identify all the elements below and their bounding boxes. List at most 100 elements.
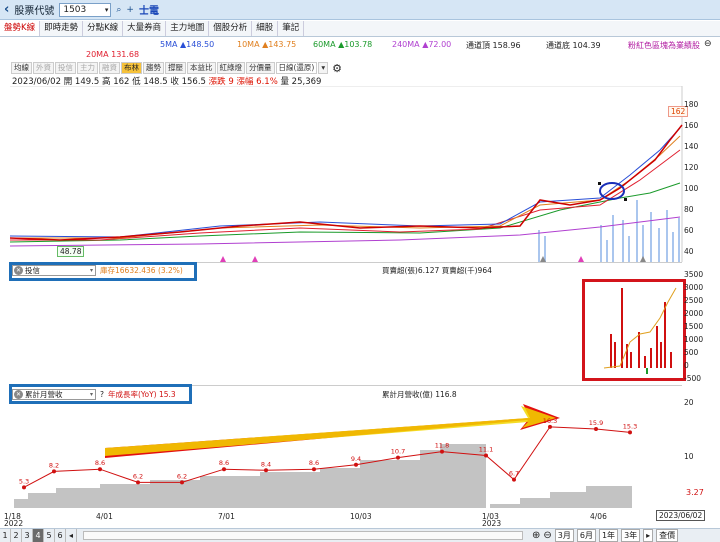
yoy-data-label: 8.6 xyxy=(219,459,229,467)
page-button[interactable]: 1 xyxy=(0,529,11,542)
scroll-left-icon[interactable]: ◂ xyxy=(66,529,77,542)
yoy-data-label: 6.2 xyxy=(177,472,187,480)
ma60-line xyxy=(9,182,681,243)
toolbar-support[interactable]: 撐壓 xyxy=(165,62,186,74)
page-button-active[interactable]: 4 xyxy=(33,529,44,542)
page-button[interactable]: 6 xyxy=(55,529,66,542)
toolbar-trend[interactable]: 趨勢 xyxy=(143,62,164,74)
yoy-data-label: 9.4 xyxy=(351,455,361,463)
price-chart xyxy=(9,86,683,262)
toolbar-pe[interactable]: 本益比 xyxy=(187,62,216,74)
yoy-data-label: 6.2 xyxy=(133,472,143,480)
stock-code-input[interactable]: 1503 ▾ xyxy=(59,2,112,17)
search-icon[interactable]: ⌕ xyxy=(116,5,121,15)
ma5-legend: 5MA ▲148.50 xyxy=(160,40,215,49)
right-value: 3.27 xyxy=(686,488,704,497)
chevron-down-icon[interactable]: ▾ xyxy=(105,4,109,16)
current-date-tag: 2023/06/02 xyxy=(656,510,706,521)
yoy-data-label: 6.7 xyxy=(509,470,519,478)
yoy-point xyxy=(222,467,226,472)
bottom-bar: 1 2 3 4 5 6 ◂ ⊕ ⊖ 3月 6月 1年 3年 ▸ 查價 xyxy=(0,528,720,542)
inst-axis-tick: 2500 xyxy=(684,296,704,305)
yoy-point xyxy=(628,430,632,435)
handle-marker[interactable] xyxy=(598,182,601,185)
toolbar-bollinger[interactable]: 布林 xyxy=(121,62,142,74)
date-axis: 1/18 2022 4/01 7/01 10/03 1/03 2023 4/06 xyxy=(0,512,720,528)
collapse-icon[interactable]: ⊖ xyxy=(704,39,712,49)
handle-marker[interactable] xyxy=(624,198,627,201)
yoy-point xyxy=(52,469,56,474)
yoy-point xyxy=(312,467,316,472)
toolbar-period-select[interactable]: 日線(還原) xyxy=(275,62,318,74)
range-1y-button[interactable]: 1年 xyxy=(598,529,619,542)
time-scrollbar[interactable] xyxy=(83,531,523,540)
cum-revenue-legend: 累計月營收(億) 116.8 xyxy=(382,390,457,399)
toolbar-foreign[interactable]: 外資 xyxy=(33,62,54,74)
year-label: 2023 xyxy=(482,519,502,528)
tab-k-line[interactable]: 盤勢K線 xyxy=(0,21,41,36)
ma5-line xyxy=(9,127,681,238)
zoom-in-icon[interactable]: ⊕ xyxy=(532,530,540,541)
price-axis-tick: 140 xyxy=(684,142,699,151)
range-3m-button[interactable]: 3月 xyxy=(554,529,574,542)
yoy-data-label: 8.6 xyxy=(95,459,105,467)
tab-intraday[interactable]: 即時走勢 xyxy=(40,21,84,36)
back-chevron-icon[interactable]: ‹ xyxy=(4,2,9,17)
page-button[interactable]: 3 xyxy=(22,529,33,542)
inst-axis-tick: -500 xyxy=(684,374,702,383)
range-6m-button[interactable]: 6月 xyxy=(576,529,596,542)
net-buy-label: 買賣超(張)6.127 買賣超(千)964 xyxy=(382,266,492,275)
tab-major-brokers[interactable]: 大量券商 xyxy=(123,21,167,36)
rev-axis-tick: 20 xyxy=(684,398,694,407)
stock-name: 士電 xyxy=(138,6,159,17)
date-label: 7/01 xyxy=(218,512,235,521)
price-axis-tick: 180 xyxy=(684,100,699,109)
yoy-point xyxy=(440,449,444,454)
yoy-point xyxy=(136,480,140,485)
yoy-data-label: 16.3 xyxy=(543,417,557,425)
toolbar-volume-profile[interactable]: 分價量 xyxy=(246,62,275,74)
toolbar-ma[interactable]: 均線 xyxy=(11,62,32,74)
price-axis-tick: 80 xyxy=(684,205,694,214)
price-axis-tick: 160 xyxy=(684,121,699,130)
page-button[interactable]: 5 xyxy=(44,529,55,542)
more-button[interactable]: ▸ xyxy=(643,529,654,542)
date-label: 4/01 xyxy=(96,512,113,521)
main-tabs: 盤勢K線 即時走勢 分點K線 大量券商 主力地圖 個股分析 細股 筆記 xyxy=(0,21,720,37)
yoy-point xyxy=(484,453,488,458)
page-button[interactable]: 2 xyxy=(11,529,22,542)
tab-main-force-map[interactable]: 主力地圖 xyxy=(166,21,210,36)
range-3y-button[interactable]: 3年 xyxy=(621,529,641,542)
inst-axis-tick: 1500 xyxy=(684,322,704,331)
chevron-down-icon[interactable]: ▾ xyxy=(318,62,329,74)
yoy-data-label: 15.9 xyxy=(589,419,603,427)
ma240-legend: 240MA ▲72.00 xyxy=(392,40,452,49)
yoy-data-label: 11.8 xyxy=(435,442,449,450)
gear-icon[interactable]: ⚙ xyxy=(332,62,342,75)
query-button[interactable]: 查價 xyxy=(656,529,679,542)
zoom-out-icon[interactable]: ⊖ xyxy=(543,530,551,541)
tab-notes[interactable]: 筆記 xyxy=(278,21,305,36)
toolbar-main-force[interactable]: 主力 xyxy=(77,62,98,74)
tab-detail[interactable]: 細股 xyxy=(252,21,279,36)
stock-code-label: 股票代號 xyxy=(14,6,55,17)
yoy-point xyxy=(180,480,184,485)
add-stock-button[interactable]: + xyxy=(126,5,134,15)
yoy-data-label: 8.4 xyxy=(261,460,271,468)
toolbar-trust[interactable]: 投信 xyxy=(55,62,76,74)
yoy-data-label: 8.6 xyxy=(309,459,319,467)
tab-broker-kline[interactable]: 分點K線 xyxy=(83,21,124,36)
top-bar: ‹ 股票代號 1503 ▾ ⌕ + 士電 xyxy=(0,0,720,20)
info-note: 粉紅色區塊為業績股 xyxy=(628,41,700,50)
annotation-red-box xyxy=(582,279,686,381)
ma60-legend: 60MA ▲103.78 xyxy=(313,40,373,49)
inst-axis-tick: 3000 xyxy=(684,283,704,292)
yoy-point xyxy=(264,468,268,473)
tab-stock-analysis[interactable]: 個股分析 xyxy=(209,21,253,36)
inst-axis-tick: 3500 xyxy=(684,270,704,279)
inst-axis-tick: 0 xyxy=(684,361,689,370)
toolbar-margin[interactable]: 融資 xyxy=(99,62,120,74)
yoy-point xyxy=(512,477,516,482)
inst-axis-tick: 500 xyxy=(684,348,699,357)
toolbar-traffic-light[interactable]: 紅綠燈 xyxy=(216,62,245,74)
